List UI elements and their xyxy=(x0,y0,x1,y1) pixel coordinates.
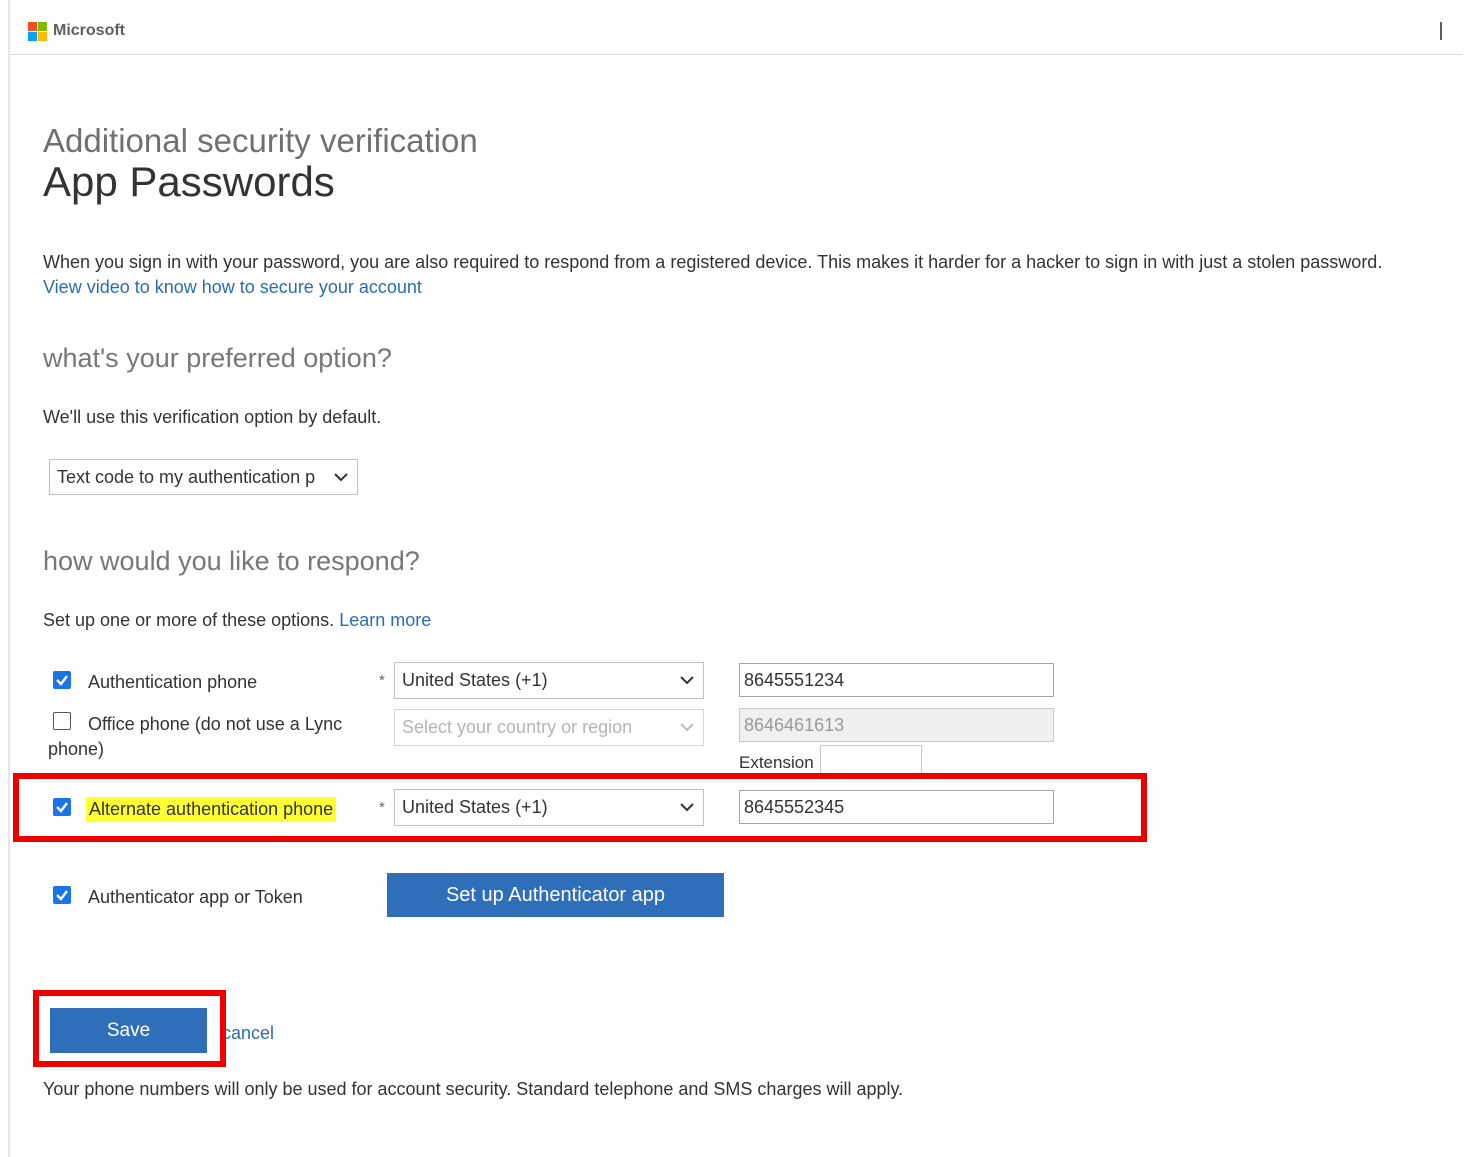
authentication-phone-label: Authentication phone xyxy=(88,672,258,692)
extension-input[interactable] xyxy=(820,745,922,775)
preferred-option-subtext: We'll use this verification option by de… xyxy=(43,407,382,427)
preferred-option-heading: what's your preferred option? xyxy=(43,343,392,373)
authentication-phone-checkbox[interactable] xyxy=(53,671,71,689)
header-divider xyxy=(1440,22,1442,40)
country-placeholder: Select your country or region xyxy=(402,717,633,737)
extension-label: Extension xyxy=(739,753,814,772)
view-video-link[interactable]: View video to know how to secure your ac… xyxy=(43,277,422,298)
annotation-highlight-save xyxy=(33,990,226,1067)
office-phone-input[interactable] xyxy=(739,708,1054,742)
microsoft-logo-icon xyxy=(28,22,48,42)
office-phone-country-select[interactable]: Select your country or region xyxy=(394,709,704,746)
respond-subtext-text: Set up one or more of these options. xyxy=(43,610,335,630)
respond-heading: how would you like to respond? xyxy=(43,546,420,576)
setup-authenticator-app-button[interactable]: Set up Authenticator app xyxy=(387,873,724,917)
footer-note: Your phone numbers will only be used for… xyxy=(43,1079,904,1099)
required-asterisk: * xyxy=(379,672,385,689)
country-value: United States (+1) xyxy=(402,670,548,690)
page-description: When you sign in with your password, you… xyxy=(43,252,1383,272)
chevron-down-icon xyxy=(680,676,694,685)
authenticator-app-checkbox[interactable] xyxy=(53,886,71,904)
cancel-link[interactable]: cancel xyxy=(222,1023,274,1044)
top-header: Microsoft xyxy=(10,0,1462,55)
chevron-down-icon xyxy=(334,473,348,482)
page-supertitle: Additional security verification xyxy=(43,122,478,159)
chevron-down-icon xyxy=(680,723,694,732)
checkmark-icon xyxy=(56,675,68,686)
preferred-option-value: Text code to my authentication p xyxy=(57,467,316,487)
respond-subtext: Set up one or more of these options. Lea… xyxy=(43,610,431,631)
office-phone-label: Office phone (do not use a Lync xyxy=(88,714,343,734)
checkmark-icon xyxy=(56,890,68,901)
left-border xyxy=(8,0,10,1157)
brand-name: Microsoft xyxy=(53,22,125,39)
authenticator-app-label: Authenticator app or Token xyxy=(88,887,303,907)
page: Microsoft Additional security verificati… xyxy=(0,0,1465,1157)
annotation-highlight-alternate-phone xyxy=(13,773,1147,842)
preferred-option-select[interactable]: Text code to my authentication p xyxy=(49,459,358,495)
page-title: App Passwords xyxy=(43,158,335,205)
office-phone-checkbox[interactable] xyxy=(53,712,71,730)
authentication-phone-input[interactable] xyxy=(739,663,1054,697)
authentication-phone-country-select[interactable]: United States (+1) xyxy=(394,662,704,699)
learn-more-link[interactable]: Learn more xyxy=(339,610,431,630)
office-phone-label-continued: phone) xyxy=(48,739,105,759)
